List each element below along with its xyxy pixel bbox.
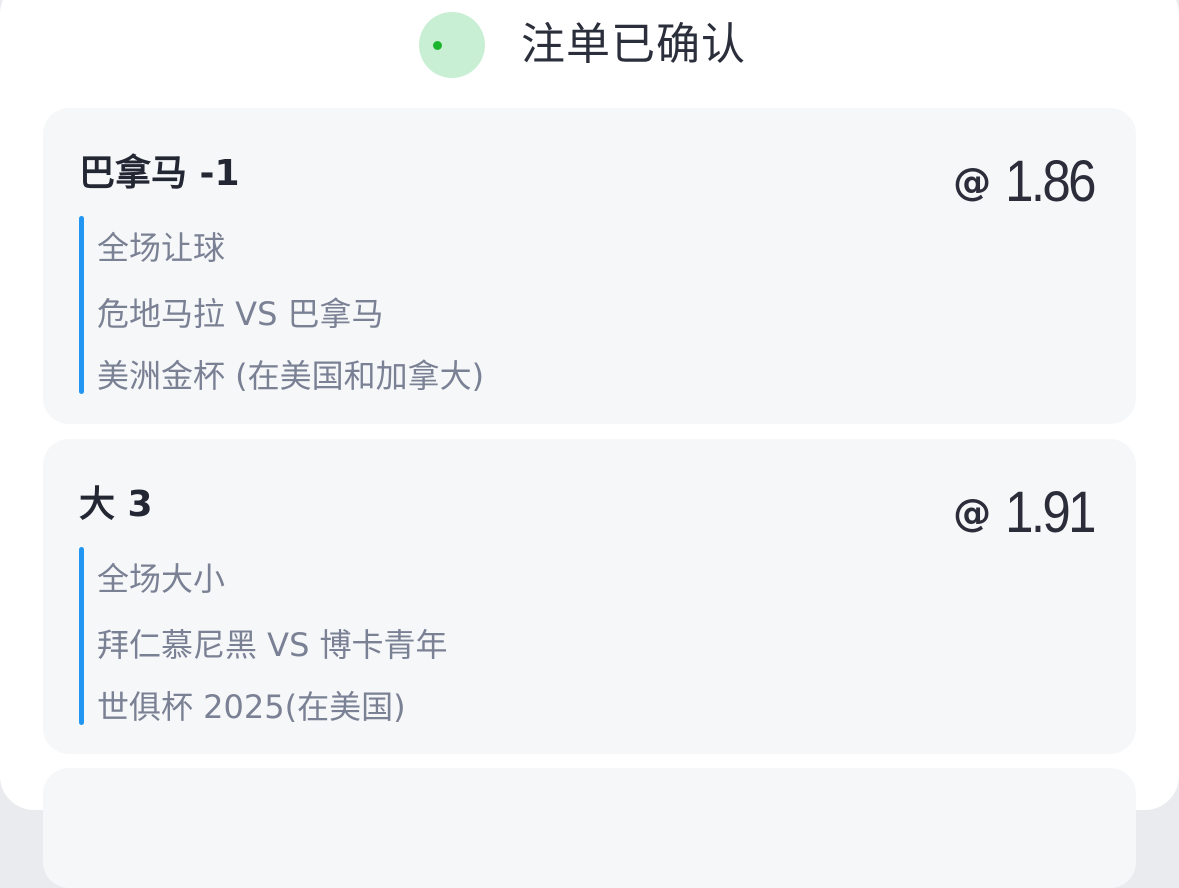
bet-market: 全场让球 <box>97 229 226 267</box>
bet-league: 世俱杯 2025(在美国) <box>97 688 406 726</box>
bet-league: 美洲金杯 (在美国和加拿大) <box>97 357 485 395</box>
bet-card-partial[interactable] <box>43 768 1136 888</box>
bet-selection: 巴拿马 -1 <box>79 153 240 194</box>
accent-bar <box>79 547 84 725</box>
accent-bar <box>79 216 84 394</box>
bet-card[interactable]: 大 3 @1.91 全场大小 拜仁慕尼黑 VS 博卡青年 世俱杯 2025(在美… <box>43 439 1136 754</box>
odds-value: 1.91 <box>1005 480 1096 545</box>
bet-odds: @1.86 <box>953 149 1097 214</box>
bet-details: 全场让球 危地马拉 VS 巴拿马 美洲金杯 (在美国和加拿大) <box>79 216 779 395</box>
bet-match: 拜仁慕尼黑 VS 博卡青年 <box>97 626 448 664</box>
bet-odds: @1.91 <box>953 480 1097 545</box>
odds-prefix: @ <box>953 491 992 535</box>
success-dot-icon <box>433 41 442 50</box>
page-title: 注单已确认 <box>521 19 746 70</box>
bet-match: 危地马拉 VS 巴拿马 <box>97 295 384 333</box>
confirmation-header: 注单已确认 <box>0 12 1179 78</box>
bet-selection: 大 3 <box>79 484 153 525</box>
bet-market: 全场大小 <box>97 560 226 598</box>
odds-prefix: @ <box>953 160 992 204</box>
bet-details: 全场大小 拜仁慕尼黑 VS 博卡青年 世俱杯 2025(在美国) <box>79 547 779 726</box>
success-status-icon <box>419 12 485 78</box>
odds-value: 1.86 <box>1005 149 1096 214</box>
bet-card[interactable]: 巴拿马 -1 @1.86 全场让球 危地马拉 VS 巴拿马 美洲金杯 (在美国和… <box>43 108 1136 424</box>
